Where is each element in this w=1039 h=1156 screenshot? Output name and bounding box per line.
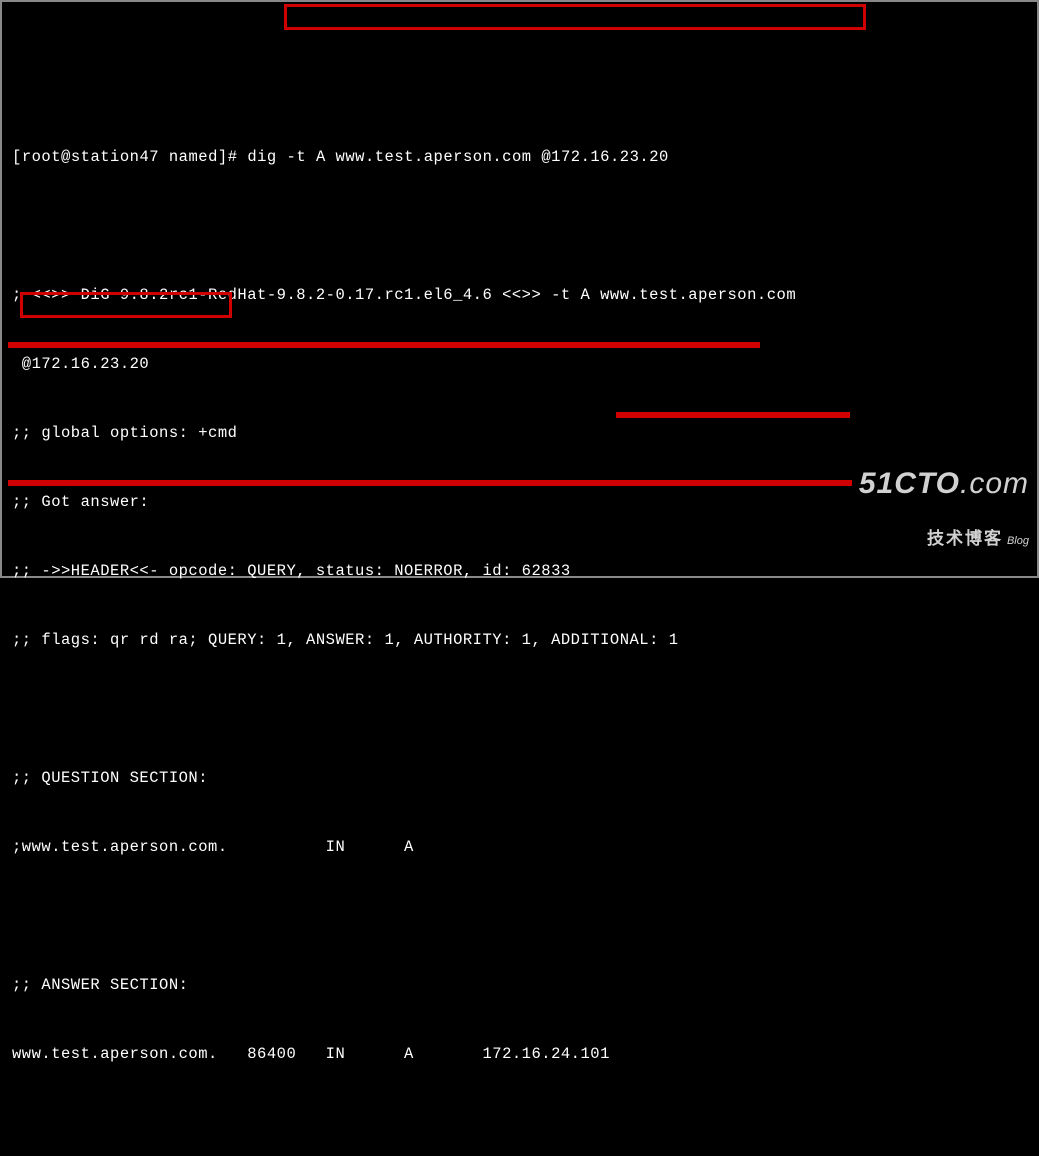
blank-line [12, 698, 1027, 721]
dig-global-options: ;; global options: +cmd [12, 422, 1027, 445]
command-text: dig -t A www.test.aperson.com @172.16.23… [247, 148, 668, 166]
dig-header: ;; ->>HEADER<<- opcode: QUERY, status: N… [12, 560, 1027, 583]
blank-line [12, 905, 1027, 928]
answer-section-row: www.test.aperson.com. 86400 IN A 172.16.… [12, 1043, 1027, 1066]
prompt-symbol: # [228, 148, 238, 166]
question-section-row: ;www.test.aperson.com. IN A [12, 836, 1027, 859]
blank-line [12, 215, 1027, 238]
prompt-host: station47 [71, 148, 159, 166]
highlight-box [284, 4, 866, 30]
prompt-user: root [22, 148, 61, 166]
dig-banner-line1: ; <<>> DiG 9.8.2rc1-RedHat-9.8.2-0.17.rc… [12, 284, 1027, 307]
prompt-cwd: named [169, 148, 218, 166]
blank-line [12, 1112, 1027, 1135]
question-section-header: ;; QUESTION SECTION: [12, 767, 1027, 790]
dig-flags: ;; flags: qr rd ra; QUERY: 1, ANSWER: 1,… [12, 629, 1027, 652]
prompt-line[interactable]: [root@station47 named]# dig -t A www.tes… [12, 146, 1027, 169]
terminal[interactable]: [root@station47 named]# dig -t A www.tes… [12, 100, 1027, 1156]
dig-banner-line2: @172.16.23.20 [12, 353, 1027, 376]
dig-got-answer: ;; Got answer: [12, 491, 1027, 514]
answer-section-header: ;; ANSWER SECTION: [12, 974, 1027, 997]
